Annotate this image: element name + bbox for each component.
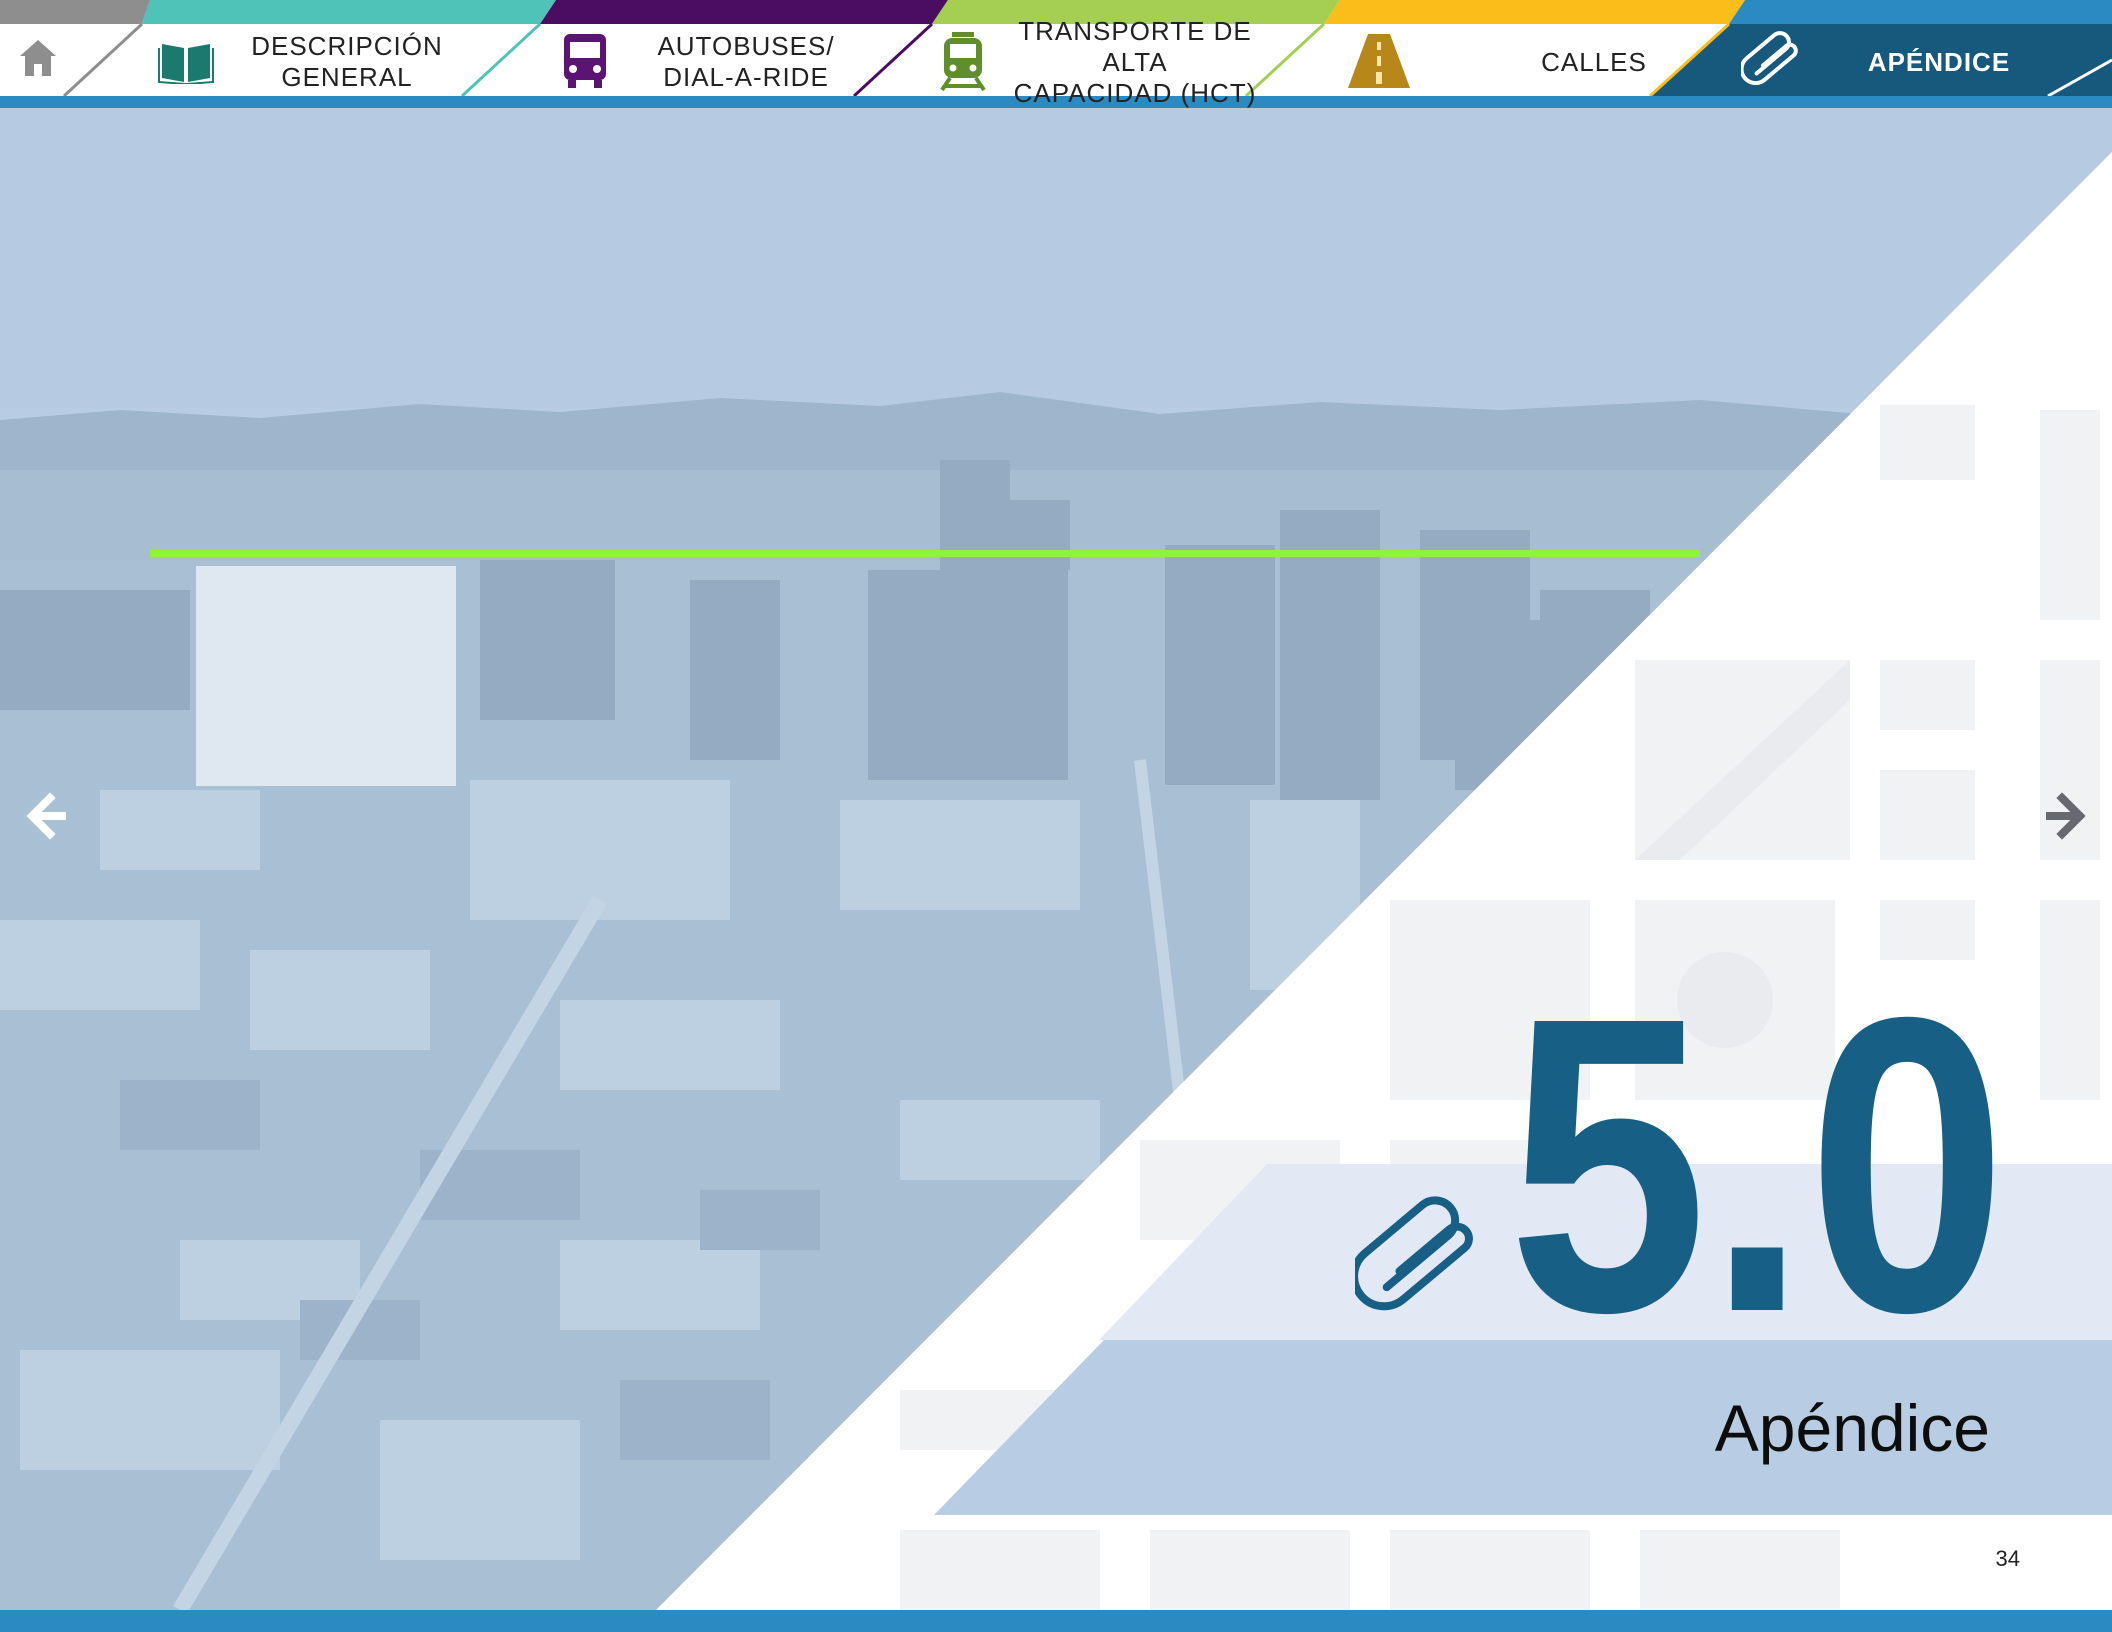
chapter-paperclip-icon [1355, 1196, 1473, 1311]
arrow-left-icon[interactable] [20, 788, 76, 844]
tab-calles[interactable]: CALLES [1324, 24, 1729, 100]
chapter-number: 5.0 [1508, 948, 2007, 1328]
bus-icon [564, 34, 606, 88]
open-book-icon [158, 44, 214, 84]
chapter-title: Apéndice [1714, 1391, 1990, 1465]
chapter-number-text: 5.0 [1508, 948, 2007, 1328]
tab-apendice[interactable]: APÉNDICE [1729, 24, 2112, 100]
tab-label: TRANSPORTE DE ALTA CAPACIDAD (HCT) [1013, 15, 1257, 108]
tab-label: CALLES [1541, 46, 1647, 77]
tab-label: APÉNDICE [1867, 46, 2011, 77]
tab-transporte-hct[interactable]: TRANSPORTE DE ALTA CAPACIDAD (HCT) [932, 15, 1324, 108]
arrow-right-icon[interactable] [2036, 788, 2092, 844]
road-icon [1348, 34, 1410, 88]
home-icon[interactable] [16, 36, 60, 80]
top-navigation: DESCRIPCIÓN GENERAL AUTOBUSES/ DIAL-A-RI… [0, 0, 2112, 108]
paperclip-icon [1741, 31, 1798, 86]
page-number: 34 [1995, 1546, 2020, 1571]
tab-label: AUTOBUSES/ DIAL-A-RIDE [657, 31, 835, 92]
tab-descripcion-general[interactable]: DESCRIPCIÓN GENERAL [142, 24, 540, 100]
page: 5.0 Apéndice 34 DESCRIPCIÓN GENERAL AUTO… [0, 0, 2112, 1632]
tab-label: DESCRIPCIÓN GENERAL [251, 31, 443, 92]
tab-autobuses[interactable]: AUTOBUSES/ DIAL-A-RIDE [540, 24, 932, 100]
train-icon [940, 32, 986, 92]
